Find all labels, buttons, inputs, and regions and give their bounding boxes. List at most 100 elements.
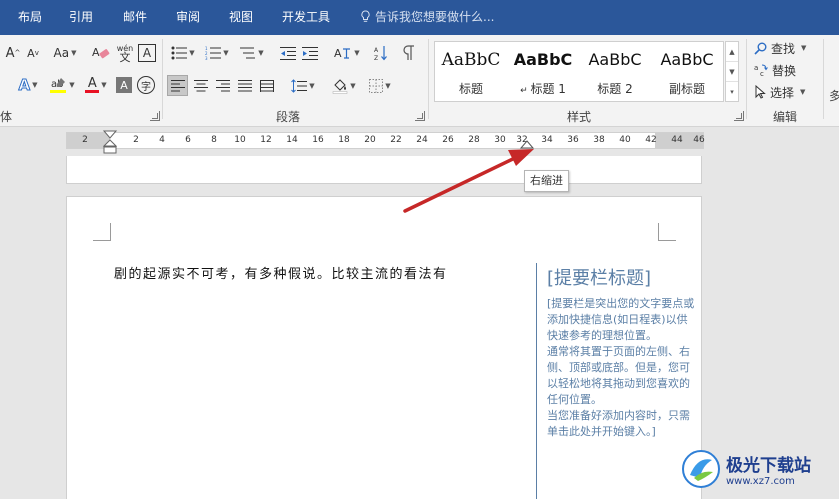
eraser-icon: A <box>92 46 110 59</box>
style-subtitle-sample: AaBbC <box>660 50 714 69</box>
style-heading-1-sample: AaBbC <box>513 50 573 69</box>
ruler-number: 2 <box>82 135 88 145</box>
sidebar-paragraph: 当您准备好添加内容时，只需单击此处并开始键入。] <box>547 409 690 438</box>
sidebar-text: [提要栏是突出您的文字要点或添加快捷信息(如日程表)以供快速参考的理想位置。 通… <box>547 296 697 440</box>
gallery-down-button[interactable]: ▼ <box>726 62 738 82</box>
previous-page-bottom <box>66 156 702 184</box>
style-heading-2-name: 标题 2 <box>597 82 633 96</box>
tab-mailings[interactable]: 邮件 <box>123 0 147 35</box>
horizontal-ruler-area: 2 2 4 6 8 10 12 14 16 18 20 22 24 26 28 … <box>0 128 839 156</box>
tab-references[interactable]: 引用 <box>69 0 93 35</box>
paragraph-group-label: 段落 <box>276 110 301 124</box>
ruler-number: 16 <box>312 135 324 145</box>
increase-indent-button[interactable] <box>300 43 320 63</box>
styles-dialog-launcher[interactable] <box>734 111 744 121</box>
ruler-number: 36 <box>567 135 579 145</box>
line-spacing-button[interactable]: ▼ <box>288 75 318 96</box>
ruler-number: 12 <box>260 135 272 145</box>
ruler-number: 8 <box>211 135 217 145</box>
ruler-number: 20 <box>364 135 376 145</box>
align-right-icon <box>215 79 230 91</box>
document-page[interactable]: 剧的起源实不可考，有多种假说。比较主流的看法有 [提要栏标题] [提要栏是突出您… <box>66 196 702 499</box>
align-left-button[interactable] <box>167 75 188 96</box>
right-indent-marker[interactable] <box>520 140 534 150</box>
text-highlight-color-button[interactable]: ab▼ <box>46 75 78 95</box>
sidebar-paragraph: [提要栏是突出您的文字要点或添加快捷信息(如日程表)以供快速参考的理想位置。 <box>547 297 695 342</box>
select-button[interactable]: 选择 ▼ <box>754 82 805 102</box>
paragraph-dialog-launcher[interactable] <box>415 111 425 121</box>
align-left-icon <box>170 79 185 91</box>
style-subtitle[interactable]: AaBbC 副标题 <box>651 42 723 101</box>
gallery-up-button[interactable]: ▲ <box>726 42 738 62</box>
style-subtitle-name: 副标题 <box>668 82 705 96</box>
ribbon: A^ Av Aa▼ A wén文 A A▼ ab▼ A▼ A 字 体 ▼ 123… <box>0 35 839 127</box>
align-right-button[interactable] <box>212 75 233 96</box>
change-case-button[interactable]: Aa ▼ <box>50 43 80 63</box>
distributed-icon <box>259 79 274 92</box>
text-effects-button[interactable]: A ▼ <box>12 75 44 95</box>
numbering-button[interactable]: 1 2 3 ▼ <box>202 43 232 63</box>
style-title[interactable]: AaBbC 标题 <box>435 42 507 101</box>
show-hide-marks-button[interactable] <box>400 43 418 63</box>
ruler-number: 10 <box>234 135 246 145</box>
replace-button[interactable]: a c 替换 <box>754 60 796 80</box>
sort-button[interactable]: AZ <box>372 43 390 63</box>
bullet-list-icon <box>171 46 188 60</box>
style-heading-1-name: ↵ 标题 1 <box>520 82 566 96</box>
crop-mark-top-right <box>658 223 676 241</box>
ruler-number: 30 <box>494 135 506 145</box>
ruler-number: 38 <box>593 135 605 145</box>
phonetic-guide-button[interactable]: wén 文 <box>114 43 136 63</box>
align-center-button[interactable] <box>190 75 211 96</box>
sidebar-title: [提要栏标题] <box>547 268 652 289</box>
bullets-button[interactable]: ▼ <box>168 43 198 63</box>
next-group-label: 多 <box>829 89 839 103</box>
paragraph-mark-icon <box>403 45 414 60</box>
svg-text:Z: Z <box>374 55 378 61</box>
search-icon <box>754 42 767 55</box>
distributed-button[interactable] <box>256 75 277 96</box>
left-indent-marker[interactable] <box>103 130 117 156</box>
chinese-layout-button[interactable]: A ▼ <box>332 43 362 63</box>
tab-layout[interactable]: 布局 <box>18 0 42 35</box>
ruler-number: 6 <box>185 135 191 145</box>
ruler-number: 24 <box>416 135 428 145</box>
gallery-more-button[interactable]: ▾ <box>726 82 738 102</box>
watermark: 极光下载站 www.xz7.com <box>680 444 811 494</box>
tab-developer[interactable]: 开发工具 <box>282 0 330 35</box>
character-shading-button[interactable]: A <box>116 77 132 93</box>
styles-gallery-scroll: ▲ ▼ ▾ <box>725 41 739 102</box>
style-title-sample: AaBbC <box>441 50 501 70</box>
font-dialog-launcher[interactable] <box>150 111 160 121</box>
align-center-icon <box>193 79 208 91</box>
body-paragraph[interactable]: 剧的起源实不可考，有多种假说。比较主流的看法有 <box>114 263 448 282</box>
style-heading-2-sample: AaBbC <box>588 50 642 69</box>
highlighter-icon: ab <box>50 78 67 93</box>
horizontal-ruler[interactable]: 2 2 4 6 8 10 12 14 16 18 20 22 24 26 28 … <box>66 132 705 149</box>
style-heading-1[interactable]: AaBbC ↵ 标题 1 <box>507 42 579 101</box>
decrease-indent-button[interactable] <box>278 43 298 63</box>
shading-button[interactable]: ▼ <box>328 75 360 96</box>
multilevel-list-button[interactable]: ▼ <box>236 43 268 63</box>
font-color-button[interactable]: A ▼ <box>80 75 112 95</box>
ruler-number: 4 <box>159 135 165 145</box>
clear-formatting-button[interactable]: A <box>90 43 112 63</box>
ruler-number: 46 <box>693 135 705 145</box>
tell-me-placeholder: 告诉我您想要做什么... <box>375 10 495 24</box>
justify-button[interactable] <box>234 75 255 96</box>
sidebar-textbox[interactable]: [提要栏标题] [提要栏是突出您的文字要点或添加快捷信息(如日程表)以供快速参考… <box>536 263 696 499</box>
style-heading-2[interactable]: AaBbC 标题 2 <box>579 42 651 101</box>
tab-view[interactable]: 视图 <box>229 0 253 35</box>
cursor-select-icon <box>755 85 766 99</box>
tab-review[interactable]: 审阅 <box>176 0 200 35</box>
styles-group-label: 样式 <box>567 110 592 124</box>
shrink-font-button[interactable]: Av <box>24 43 42 63</box>
grow-font-button[interactable]: A ^ <box>4 43 22 63</box>
tell-me-search[interactable]: 告诉我您想要做什么... <box>360 0 494 35</box>
find-button[interactable]: 查找 ▼ <box>754 38 806 58</box>
ruler-number: 28 <box>468 135 480 145</box>
ruler-number: 2 <box>133 135 139 145</box>
enclose-characters-button[interactable]: 字 <box>137 76 155 94</box>
character-border-button[interactable]: A <box>138 44 156 62</box>
borders-button[interactable]: ▼ <box>364 75 396 96</box>
